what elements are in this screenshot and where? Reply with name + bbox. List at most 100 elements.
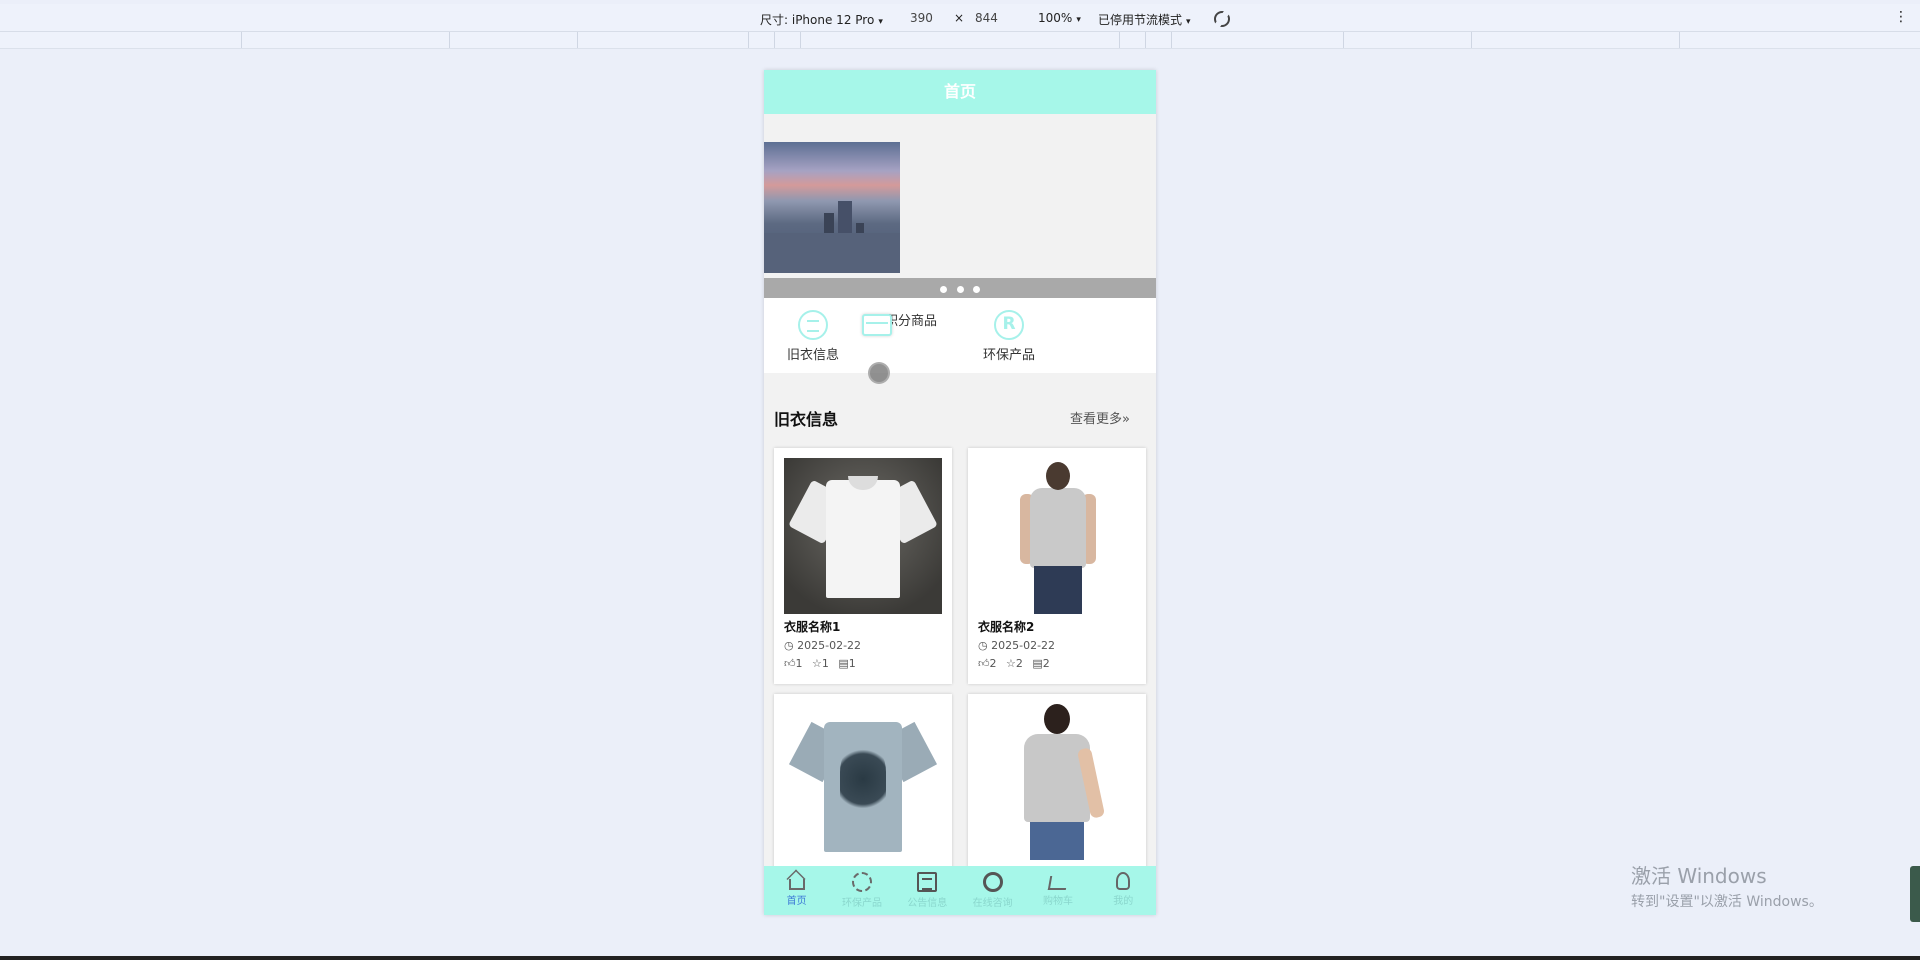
ruler-segment[interactable] <box>1343 32 1344 48</box>
more-options-icon[interactable]: ⋮ <box>1894 9 1908 25</box>
person-shape <box>1030 822 1084 860</box>
chevron-down-icon: ▾ <box>878 17 883 27</box>
quick-nav: 旧衣信息 积分商品 环保产品 <box>764 298 1156 373</box>
ruler-segment[interactable] <box>800 32 801 48</box>
section-header: 旧衣信息 查看更多» <box>764 373 1156 435</box>
ruler-segment[interactable] <box>1679 32 1680 48</box>
watermark-title: 激活 Windows <box>1631 864 1767 888</box>
media-query-ruler <box>0 32 1920 49</box>
item-card[interactable]: 衣服名称2 ◷ 2025-02-22 👍︎2 ☆2 ▤2 <box>968 448 1146 684</box>
tab-label: 在线咨询 <box>972 898 1013 909</box>
comment-icon[interactable]: ▤2 <box>1032 657 1049 670</box>
comment-count: 1 <box>848 657 856 670</box>
item-card[interactable]: 衣服名称1 ◷ 2025-02-22 👍︎1 ☆1 ▤1 <box>774 448 952 684</box>
carousel-dot[interactable] <box>956 286 964 293</box>
shirt-print <box>840 744 886 814</box>
ruler-segment[interactable] <box>577 32 578 48</box>
item-date: ◷ 2025-02-22 <box>784 639 861 652</box>
ruler-segment[interactable] <box>1171 32 1172 48</box>
comment-count: 2 <box>1042 657 1050 670</box>
ruler-segment[interactable] <box>241 32 242 48</box>
clock-icon: ◷ <box>978 639 988 652</box>
item-image[interactable] <box>784 704 942 860</box>
favorite-count: 2 <box>1015 657 1023 670</box>
like-count: 1 <box>795 657 803 670</box>
tab-label: 购物车 <box>1042 896 1073 907</box>
city-ground <box>764 233 900 273</box>
cart-icon <box>1047 876 1069 890</box>
item-name: 衣服名称1 <box>784 620 841 634</box>
watermark-subtitle: 转到"设置"以激活 Windows。 <box>1631 894 1823 910</box>
item-image[interactable] <box>784 458 942 614</box>
side-widget[interactable] <box>1910 866 1920 922</box>
tab-cart[interactable]: 购物车 <box>1025 866 1090 915</box>
carousel-dot[interactable] <box>940 286 948 293</box>
section-title: 旧衣信息 <box>774 410 839 429</box>
page-title: 首页 <box>764 70 1156 114</box>
zoom-label: 100% <box>1038 11 1073 25</box>
carousel-dot[interactable] <box>972 286 980 293</box>
devtools-device-toolbar: 尺寸: iPhone 12 Pro ▾ 390 × 844 100% ▾ 已停用节流… <box>0 4 1920 32</box>
zoom-select[interactable]: 100% ▾ <box>1038 11 1081 25</box>
star-icon[interactable]: ☆1 <box>812 657 829 670</box>
device-select[interactable]: 尺寸: iPhone 12 Pro ▾ <box>760 11 883 28</box>
view-more-link[interactable]: 查看更多» <box>1070 408 1130 427</box>
tab-label: 公告信息 <box>907 898 948 909</box>
banner-carousel[interactable] <box>764 114 1156 298</box>
person-shape <box>1034 566 1082 614</box>
ruler-segment[interactable] <box>449 32 450 48</box>
comment-icon[interactable]: ▤1 <box>838 657 855 670</box>
star-icon[interactable]: ☆2 <box>1006 657 1023 670</box>
item-image[interactable] <box>978 458 1136 614</box>
quick-nav-item-eco[interactable]: 环保产品 <box>960 298 1058 373</box>
ruler-segment[interactable] <box>1119 32 1120 48</box>
favorite-count: 1 <box>821 657 829 670</box>
width-input[interactable]: 390 <box>910 11 933 25</box>
ruler-segment[interactable] <box>748 32 749 48</box>
card-icon <box>862 314 892 336</box>
banner-image[interactable] <box>764 142 900 273</box>
item-date: ◷ 2025-02-22 <box>978 639 1055 652</box>
tab-mine[interactable]: 我的 <box>1091 866 1156 915</box>
tab-eco-products[interactable]: 环保产品 <box>829 866 894 915</box>
user-icon <box>1116 872 1131 890</box>
ruler-segment[interactable] <box>774 32 775 48</box>
tab-label: 我的 <box>1113 896 1134 907</box>
tab-home[interactable]: 首页 <box>764 866 829 915</box>
rotate-icon[interactable] <box>1214 11 1230 27</box>
quick-nav-label: 旧衣信息 <box>786 348 839 363</box>
like-icon[interactable]: 👍︎2 <box>978 657 997 670</box>
person-shape <box>1024 734 1090 822</box>
throttle-label: 已停用节流模式 <box>1098 13 1183 27</box>
headset-icon <box>982 872 1003 892</box>
like-icon[interactable]: 👍︎1 <box>784 657 803 670</box>
item-stats: 👍︎1 ☆1 ▤1 <box>784 657 862 670</box>
person-shape <box>1044 704 1070 734</box>
item-image[interactable] <box>978 704 1136 860</box>
ruler-segment[interactable] <box>1471 32 1472 48</box>
windows-activation-watermark: 激活 Windows 转到"设置"以激活 Windows。 <box>1631 860 1823 911</box>
phone-viewport: 首页 旧衣信息 积分商品 环保产品 旧衣信息 查看更多» <box>764 70 1156 915</box>
bottom-tab-bar: 首页 环保产品 公告信息 在线咨询 购物车 我的 <box>764 866 1156 915</box>
times-sign: × <box>954 11 965 25</box>
person-shape <box>1030 488 1086 568</box>
chevron-down-icon: ▾ <box>1076 15 1081 25</box>
item-name: 衣服名称2 <box>978 620 1035 634</box>
tab-label: 首页 <box>786 896 807 907</box>
quick-nav-item-clothes[interactable]: 旧衣信息 <box>764 298 862 373</box>
carousel-indicator <box>764 278 1156 298</box>
touch-cursor <box>868 362 890 384</box>
tab-consult[interactable]: 在线咨询 <box>960 866 1025 915</box>
device-label: 尺寸: iPhone 12 Pro <box>760 13 875 27</box>
throttle-select[interactable]: 已停用节流模式 ▾ <box>1098 11 1191 28</box>
grid-icon <box>851 872 872 892</box>
like-count: 2 <box>989 657 997 670</box>
tab-notices[interactable]: 公告信息 <box>895 866 960 915</box>
tab-label: 环保产品 <box>841 898 882 909</box>
item-date-text: 2025-02-22 <box>797 639 862 652</box>
ruler-segment[interactable] <box>1145 32 1146 48</box>
newspaper-icon <box>917 872 938 892</box>
height-input[interactable]: 844 <box>975 11 998 25</box>
item-date-text: 2025-02-22 <box>991 639 1056 652</box>
chevron-down-icon: ▾ <box>1186 17 1191 27</box>
